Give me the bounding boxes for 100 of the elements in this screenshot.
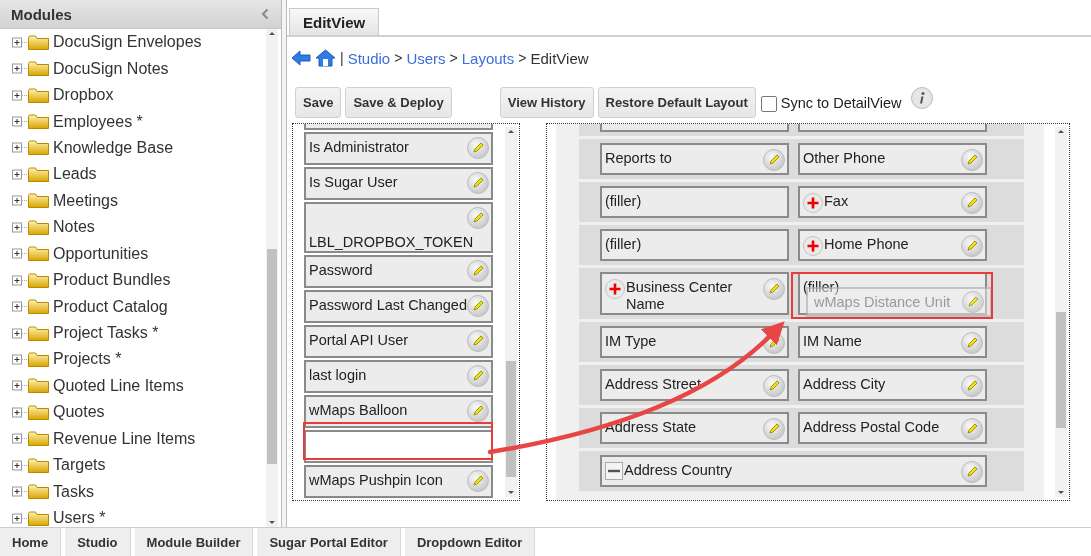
form-field[interactable]: Address Country	[600, 455, 987, 487]
breadcrumb-link[interactable]: Users	[406, 49, 446, 67]
form-field[interactable]: wMaps Balloon	[304, 395, 493, 428]
tree-item[interactable]: Opportunities	[53, 244, 149, 263]
pencil-icon[interactable]	[961, 375, 983, 397]
info-icon[interactable]	[911, 86, 934, 109]
form-field[interactable]: IM Name	[798, 326, 987, 358]
expand-icon[interactable]	[12, 301, 28, 313]
tree-item[interactable]: Targets	[53, 456, 106, 475]
plus-icon[interactable]	[803, 236, 823, 256]
tree-item[interactable]: DocuSign Notes	[53, 59, 169, 78]
tree-item[interactable]: Quoted Line Items	[53, 376, 184, 395]
pencil-icon[interactable]	[763, 149, 785, 171]
expand-icon[interactable]	[12, 512, 28, 524]
expand-icon[interactable]	[12, 433, 28, 445]
scrollbar[interactable]	[266, 29, 278, 527]
back-arrow-icon[interactable]	[291, 50, 311, 66]
pencil-icon[interactable]	[467, 470, 489, 492]
pencil-icon[interactable]	[962, 291, 984, 313]
tree-item[interactable]: Employees *	[53, 112, 143, 131]
tree-item[interactable]: Knowledge Base	[53, 138, 174, 157]
footer-tab[interactable]: Studio	[65, 528, 131, 556]
tree-item[interactable]: Project Tasks *	[53, 324, 159, 343]
pencil-icon[interactable]	[961, 418, 983, 440]
tree-item[interactable]: Notes	[53, 218, 95, 237]
form-field[interactable]: Home Phone	[798, 229, 987, 261]
pencil-icon[interactable]	[763, 332, 785, 354]
pencil-icon[interactable]	[467, 365, 489, 387]
pencil-icon[interactable]	[763, 375, 785, 397]
pencil-icon[interactable]	[961, 149, 983, 171]
plus-icon[interactable]	[605, 279, 625, 299]
pencil-icon[interactable]	[467, 137, 489, 159]
footer-tab[interactable]: Dropdown Editor	[404, 528, 536, 556]
expand-icon[interactable]	[12, 486, 28, 498]
footer-tab[interactable]: Sugar Portal Editor	[257, 528, 401, 556]
tab[interactable]: EditView	[289, 8, 380, 35]
form-field[interactable]: last login	[304, 360, 493, 393]
tree-item[interactable]: Tasks	[53, 482, 94, 501]
expand-icon[interactable]	[12, 459, 28, 471]
tree-item[interactable]: Revenue Line Items	[53, 429, 196, 448]
expand-icon[interactable]	[12, 380, 28, 392]
pencil-icon[interactable]	[763, 278, 785, 300]
expand-icon[interactable]	[12, 195, 28, 207]
collapse-icon[interactable]	[261, 8, 269, 20]
pencil-icon[interactable]	[467, 330, 489, 352]
footer-tab[interactable]: Module Builder	[134, 528, 254, 556]
expand-icon[interactable]	[12, 353, 28, 365]
plus-icon[interactable]	[803, 193, 823, 213]
form-field[interactable]: wMaps Pushpin Icon	[304, 465, 493, 498]
expand-icon[interactable]	[12, 116, 28, 128]
tree-item[interactable]: Quotes	[53, 403, 105, 422]
scrollbar[interactable]	[505, 127, 517, 497]
home-icon[interactable]	[315, 49, 336, 67]
footer-tab[interactable]: Home	[0, 528, 62, 556]
form-field[interactable]: Other Phone	[798, 143, 987, 175]
expand-icon[interactable]	[12, 248, 28, 260]
form-field[interactable]: Is Sugar User	[304, 167, 493, 200]
toolbar-button[interactable]: View History	[499, 87, 594, 118]
form-field[interactable]	[798, 124, 987, 132]
pencil-icon[interactable]	[467, 295, 489, 317]
pencil-icon[interactable]	[961, 332, 983, 354]
toolbar-button[interactable]: Restore Default Layout	[597, 87, 756, 118]
form-field[interactable]: Portal API User	[304, 325, 493, 358]
breadcrumb-link[interactable]: Layouts	[461, 49, 515, 67]
form-field[interactable]: Address Street	[600, 369, 789, 401]
checkbox[interactable]	[760, 96, 777, 112]
checkbox-label[interactable]: Sync to DetailView	[780, 94, 902, 111]
pencil-icon[interactable]	[467, 172, 489, 194]
form-field[interactable]: Password Last Changed	[304, 290, 493, 323]
form-field[interactable]: Address City	[798, 369, 987, 401]
pencil-icon[interactable]	[467, 260, 489, 282]
scrollbar[interactable]	[1055, 127, 1067, 497]
form-field[interactable]: Reports to	[600, 143, 789, 175]
form-field[interactable]: Is Administrator	[304, 132, 493, 165]
tree-item[interactable]: Projects *	[53, 350, 122, 369]
toolbar-button[interactable]: Save	[295, 87, 342, 118]
tree-item[interactable]: Dropbox	[53, 86, 114, 105]
pencil-icon[interactable]	[961, 461, 983, 483]
form-field[interactable]: IM Type	[600, 326, 789, 358]
pencil-icon[interactable]	[961, 192, 983, 214]
minus-icon[interactable]	[605, 462, 623, 480]
breadcrumb-link[interactable]: Studio	[347, 49, 391, 67]
pencil-icon[interactable]	[467, 207, 489, 229]
expand-icon[interactable]	[12, 63, 28, 75]
form-field[interactable]: Business Center Name	[600, 272, 789, 315]
tree-item[interactable]: Leads	[53, 165, 97, 184]
tree-item[interactable]: Product Catalog	[53, 297, 168, 316]
tree-item[interactable]: Users *	[53, 509, 106, 527]
expand-icon[interactable]	[12, 406, 28, 418]
expand-icon[interactable]	[12, 274, 28, 286]
form-field[interactable]: LBL_DROPBOX_TOKEN	[304, 202, 493, 253]
expand-icon[interactable]	[12, 221, 28, 233]
form-field[interactable]: Address Postal Code	[798, 412, 987, 444]
form-field[interactable]: Fax	[798, 186, 987, 218]
expand-icon[interactable]	[12, 89, 28, 101]
form-field[interactable]	[600, 124, 789, 132]
tree-item[interactable]: Product Bundles	[53, 271, 171, 290]
pencil-icon[interactable]	[467, 400, 489, 422]
pencil-icon[interactable]	[961, 235, 983, 257]
filler-field[interactable]: (filler)	[600, 229, 789, 261]
